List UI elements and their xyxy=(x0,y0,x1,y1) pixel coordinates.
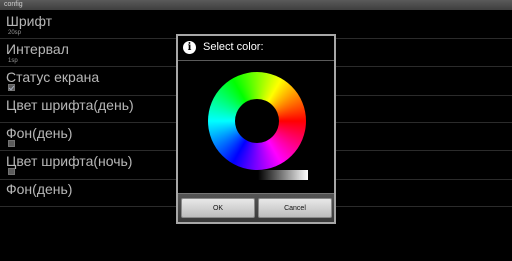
dialog-button-bar: OK Cancel xyxy=(178,193,334,222)
window-title: config xyxy=(4,1,23,8)
dialog-header: i Select color: xyxy=(178,36,334,61)
info-icon: i xyxy=(183,41,196,54)
color-wheel-center[interactable] xyxy=(235,99,279,143)
ok-button[interactable]: OK xyxy=(181,198,255,218)
dialog-title: Select color: xyxy=(203,41,264,53)
window-title-bar: config xyxy=(0,0,512,10)
color-wheel[interactable] xyxy=(208,72,306,170)
brightness-slider[interactable] xyxy=(258,170,308,180)
cancel-button[interactable]: Cancel xyxy=(258,198,332,218)
color-picker-dialog: i Select color: OK Cancel xyxy=(176,34,336,224)
